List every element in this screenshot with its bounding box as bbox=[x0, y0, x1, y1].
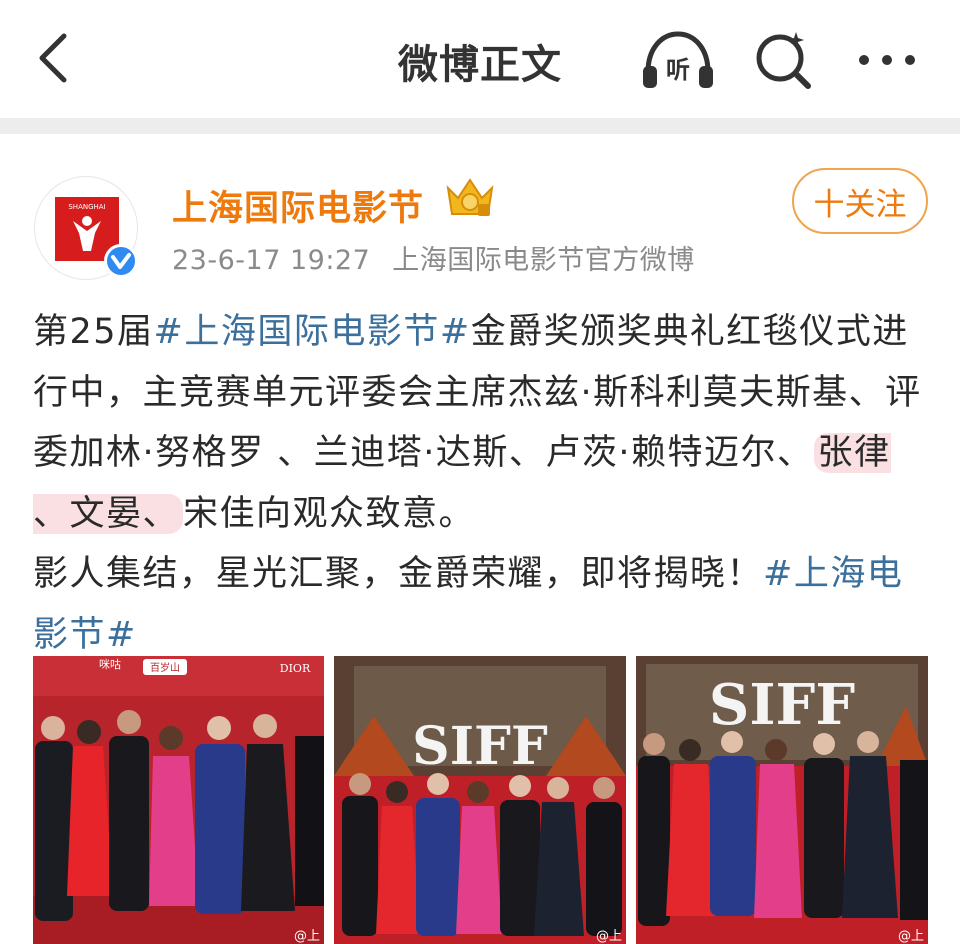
post-image-3[interactable]: SIFF @上 bbox=[636, 656, 928, 944]
post-date: 23-6-17 19:27 bbox=[172, 245, 371, 276]
listen-label: 听 bbox=[666, 56, 690, 84]
more-dots-icon bbox=[859, 55, 915, 65]
sponsor-text: 百岁山 bbox=[150, 661, 180, 674]
search-icon bbox=[756, 32, 811, 89]
verified-check-icon bbox=[104, 244, 138, 278]
post-text: 第25届#上海国际电影节#金爵奖颁奖典礼红毯仪式进行中，主竞赛单元评委会主席杰兹… bbox=[33, 302, 923, 665]
image-watermark: @上 bbox=[898, 929, 924, 944]
section-divider bbox=[0, 118, 960, 134]
page-title: 微博正文 bbox=[398, 42, 562, 88]
more-button[interactable] bbox=[852, 40, 922, 80]
headphones-icon: 听 bbox=[643, 31, 713, 88]
top-bar: 微博正文 听 bbox=[0, 0, 960, 118]
text-segment: 宋佳向观众致意。 bbox=[183, 493, 476, 534]
siff-sign: SIFF bbox=[412, 716, 548, 777]
sponsor-text: 咪咕 bbox=[99, 658, 121, 671]
image-watermark: @上 bbox=[294, 929, 320, 944]
post-meta: 23-6-17 19:27 上海国际电影节官方微博 bbox=[172, 238, 717, 277]
author-name[interactable]: 上海国际电影节 bbox=[172, 180, 424, 231]
siff-sign: SIFF bbox=[709, 672, 855, 738]
text-segment: 影人集结，星光汇聚，金爵荣耀，即将揭晓！ bbox=[33, 554, 764, 594]
search-button[interactable] bbox=[752, 28, 816, 92]
text-segment: 第25届 bbox=[33, 312, 154, 352]
follow-button[interactable]: 十关注 bbox=[792, 168, 928, 234]
avatar-logo-text: SHANGHAI bbox=[68, 203, 105, 211]
hashtag-link[interactable]: #上海国际电影节# bbox=[154, 312, 471, 352]
crown-vip-icon bbox=[444, 176, 496, 218]
post-source: 上海国际电影节官方微博 bbox=[392, 245, 695, 276]
sponsor-text: DIOR bbox=[280, 662, 311, 675]
post-image-1[interactable]: 咪咕 百岁山 DIOR @上 bbox=[33, 656, 324, 944]
listen-button[interactable]: 听 bbox=[638, 28, 718, 92]
image-watermark: @上 bbox=[596, 929, 622, 944]
post-image-2[interactable]: SIFF @上 bbox=[334, 656, 626, 944]
